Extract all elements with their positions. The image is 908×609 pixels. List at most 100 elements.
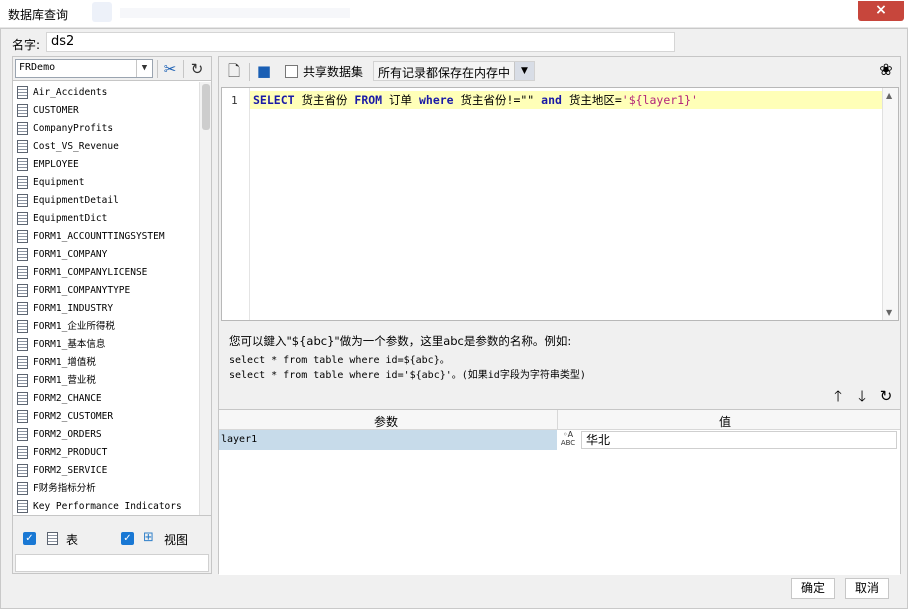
table-icon bbox=[17, 86, 28, 99]
help-text: 您可以鍵入"${abc}"做为一个参数，这里abc是参数的名称。例如: bbox=[229, 334, 572, 348]
table-icon bbox=[17, 356, 28, 369]
table-icon bbox=[17, 338, 28, 351]
move-down-icon[interactable]: 🡓 bbox=[853, 387, 871, 405]
name-input[interactable]: ds2 bbox=[46, 32, 675, 52]
list-item[interactable]: FORM2_SERVICE bbox=[17, 462, 199, 480]
list-item[interactable]: FORM1_ACCOUNTTINGSYSTEM bbox=[17, 228, 199, 246]
param-value-input[interactable]: 华北 bbox=[581, 431, 897, 449]
tables-list: Air_Accidents CUSTOMER CompanyProfits Cost_… bbox=[13, 82, 199, 515]
table-name: FORM1_COMPANYLICENSE bbox=[33, 267, 148, 278]
tables-scrollbar[interactable] bbox=[199, 82, 211, 515]
sql-parameter: '${layer1}' bbox=[621, 93, 698, 107]
table-icon bbox=[17, 302, 28, 315]
list-item[interactable]: FORM1_增值税 bbox=[17, 354, 199, 372]
list-item[interactable]: FORM1_INDUSTRY bbox=[17, 300, 199, 318]
table-name: FORM1_增值税 bbox=[33, 357, 96, 368]
list-item[interactable]: CUSTOMER bbox=[17, 102, 199, 120]
list-item[interactable]: FORM1_营业税 bbox=[17, 372, 199, 390]
table-name: FORM1_企业所得税 bbox=[33, 321, 115, 332]
list-item[interactable]: FORM1_COMPANYLICENSE bbox=[17, 264, 199, 282]
list-item[interactable]: FORM1_COMPANY bbox=[17, 246, 199, 264]
database-select[interactable]: FRDemo ▼ bbox=[15, 59, 153, 78]
sql-keyword: SELECT bbox=[253, 93, 295, 107]
scrollbar-thumb[interactable] bbox=[202, 84, 210, 130]
table-name: Air_Accidents bbox=[33, 87, 108, 98]
list-item[interactable]: Key Performance Indicators bbox=[17, 498, 199, 515]
list-item[interactable]: F财务指标分析 bbox=[17, 480, 199, 498]
layout-icon[interactable]: ❀ bbox=[877, 61, 895, 79]
list-item[interactable]: Equipment bbox=[17, 174, 199, 192]
table-icon bbox=[17, 266, 28, 279]
sql-keyword: FROM bbox=[354, 93, 383, 107]
ok-button[interactable]: 确定 bbox=[791, 578, 835, 599]
sql-keyword: where bbox=[418, 93, 454, 107]
table-name: FORM2_SERVICE bbox=[33, 465, 108, 476]
table-name: FORM2_CUSTOMER bbox=[33, 411, 114, 422]
editor-scrollbar[interactable]: ▲ ▼ bbox=[882, 88, 898, 320]
list-item[interactable]: FORM1_企业所得税 bbox=[17, 318, 199, 336]
refresh-icon[interactable]: ↻ bbox=[188, 60, 206, 78]
show-views-checkbox[interactable]: ✓ bbox=[121, 532, 134, 545]
refresh-params-icon[interactable]: ↻ bbox=[877, 387, 895, 405]
list-item[interactable]: FORM2_PRODUCT bbox=[17, 444, 199, 462]
list-item[interactable]: EquipmentDetail bbox=[17, 192, 199, 210]
preview-icon[interactable]: 🗋 bbox=[225, 62, 243, 80]
table-name: FORM1_COMPANY bbox=[33, 249, 108, 260]
cancel-button[interactable]: 取消 bbox=[845, 578, 889, 599]
show-tables-checkbox[interactable]: ✓ bbox=[23, 532, 36, 545]
param-type-label: ABC bbox=[560, 439, 576, 447]
list-item[interactable]: Cost_VS_Revenue bbox=[17, 138, 199, 156]
close-button[interactable]: × bbox=[858, 1, 904, 21]
sql-line[interactable]: SELECT 货主省份 FROM 订单 where 货主省份!="" and 货… bbox=[250, 91, 883, 109]
database-select-value: FRDemo bbox=[19, 62, 56, 73]
table-name: FORM1_ACCOUNTTINGSYSTEM bbox=[33, 231, 165, 242]
toolbar-separator bbox=[249, 63, 250, 81]
table-icon bbox=[17, 320, 28, 333]
table-row[interactable]: layer1 ◦A ABC 华北 bbox=[219, 430, 900, 450]
list-item[interactable]: FORM2_CUSTOMER bbox=[17, 408, 199, 426]
list-item[interactable]: EMPLOYEE bbox=[17, 156, 199, 174]
column-divider bbox=[557, 410, 558, 430]
left-toolbar: FRDemo ▼ ✂ ↻ bbox=[13, 57, 211, 81]
table-icon bbox=[17, 392, 28, 405]
storage-mode-select[interactable]: 所有记录都保存在内存中 ▼ bbox=[373, 61, 535, 81]
connection-settings-icon[interactable]: ✂ bbox=[161, 60, 179, 78]
scroll-up-icon[interactable]: ▲ bbox=[886, 91, 892, 100]
list-item[interactable]: EquipmentDict bbox=[17, 210, 199, 228]
list-item[interactable]: FORM1_基本信息 bbox=[17, 336, 199, 354]
background-window-ghost bbox=[120, 8, 350, 18]
chevron-down-icon[interactable]: ▼ bbox=[136, 60, 152, 77]
table-icon bbox=[17, 122, 28, 135]
list-item[interactable]: FORM1_COMPANYTYPE bbox=[17, 282, 199, 300]
sql-text: 货主省份 bbox=[294, 93, 355, 107]
table-search-input[interactable] bbox=[15, 554, 209, 572]
share-dataset-checkbox[interactable] bbox=[285, 65, 298, 78]
sql-editor[interactable]: 1 SELECT 货主省份 FROM 订单 where 货主省份!="" and… bbox=[221, 87, 899, 321]
param-name-cell[interactable]: layer1 bbox=[219, 430, 557, 450]
scroll-down-icon[interactable]: ▼ bbox=[886, 308, 892, 317]
table-icon bbox=[17, 446, 28, 459]
table-name: Key Performance Indicators bbox=[33, 501, 182, 512]
list-item[interactable]: FORM2_ORDERS bbox=[17, 426, 199, 444]
table-icon bbox=[17, 482, 28, 495]
query-toolbar: 🗋 ■ 共享数据集 所有记录都保存在内存中 ▼ ❀ bbox=[219, 57, 900, 85]
chevron-down-icon[interactable]: ▼ bbox=[514, 62, 534, 80]
table-name: CUSTOMER bbox=[33, 105, 79, 116]
background-app-icon bbox=[92, 2, 112, 22]
list-item[interactable]: Air_Accidents bbox=[17, 84, 199, 102]
table-icon bbox=[17, 140, 28, 153]
help-example-1: select * from table where id=${abc}。 bbox=[229, 355, 450, 366]
table-name: FORM1_INDUSTRY bbox=[33, 303, 114, 314]
move-up-icon[interactable]: 🡑 bbox=[829, 387, 847, 405]
table-name: FORM2_PRODUCT bbox=[33, 447, 108, 458]
sql-keyword: and bbox=[541, 93, 562, 107]
window-title: 数据库查询 bbox=[8, 8, 69, 22]
save-icon[interactable]: ■ bbox=[255, 62, 273, 80]
string-type-icon[interactable]: ◦A ABC bbox=[557, 431, 579, 449]
table-icon bbox=[17, 500, 28, 513]
list-item[interactable]: CompanyProfits bbox=[17, 120, 199, 138]
title-bar: 数据库查询 × bbox=[0, 0, 908, 28]
table-name: Equipment bbox=[33, 177, 85, 188]
list-item[interactable]: FORM2_CHANCE bbox=[17, 390, 199, 408]
table-icon bbox=[17, 104, 28, 117]
